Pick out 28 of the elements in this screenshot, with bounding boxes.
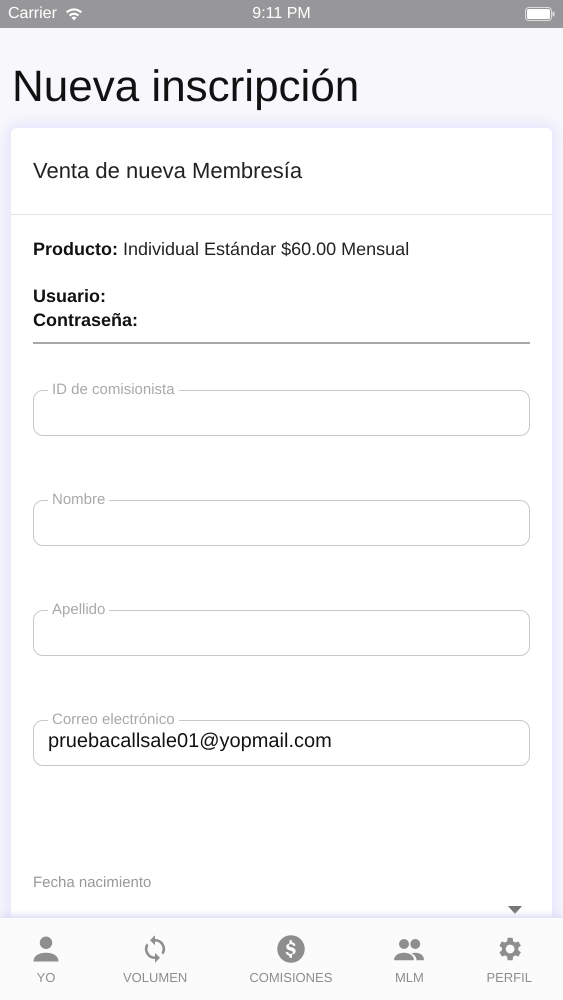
info-text: Contraseña: — [33, 309, 140, 332]
tab-button[interactable]: YO — [27, 918, 65, 1000]
field-label: ID de comisionista — [51, 382, 176, 398]
input-field[interactable]: Nombre — [33, 492, 530, 546]
status-time: 9:11 PM — [252, 5, 311, 23]
tab-button[interactable]: MLM — [390, 918, 428, 1000]
person-icon — [31, 934, 61, 964]
field-label: Correo electrónico — [51, 712, 176, 728]
wifi-icon — [64, 8, 83, 20]
field-label: Apellido — [51, 602, 106, 618]
tab-button[interactable]: PERFIL — [482, 918, 536, 1000]
info-text: Usuario: — [33, 285, 108, 308]
input-field[interactable]: ID de comisionista — [33, 382, 530, 436]
info-text: Producto: Individual Estándar $60.00 Mensual — [33, 238, 410, 261]
carrier-name: Carrier — [8, 5, 57, 23]
card-title: Venta de nueva Membresía — [33, 158, 302, 184]
dollar-coin-icon — [276, 934, 306, 964]
battery-icon — [525, 7, 555, 21]
input-field[interactable]: Correo electrónico pruebacallsale01@yopmail.com — [33, 712, 530, 766]
field-label: Fecha nacimiento — [33, 874, 152, 891]
date-select[interactable]: Fecha nacimiento — [33, 822, 530, 915]
tab-button[interactable]: VOLUMEN — [119, 918, 192, 1000]
field-label: Nombre — [51, 492, 106, 508]
page-title: Nueva inscripción — [11, 61, 360, 113]
text-input[interactable]: pruebacallsale01@yopmail.com — [48, 728, 515, 753]
input-field[interactable]: Apellido — [33, 602, 530, 656]
tab-button[interactable]: COMISIONES — [245, 918, 336, 1000]
dropdown-caret-icon — [508, 906, 522, 914]
